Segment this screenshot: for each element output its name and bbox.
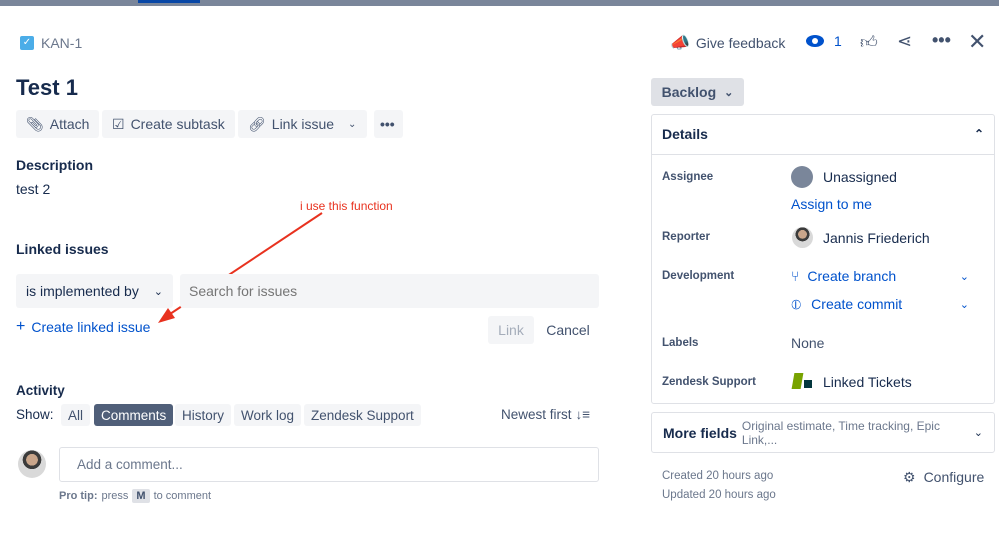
user-avatar (18, 450, 46, 478)
subtask-icon: ☑ (112, 115, 125, 132)
development-label: Development (662, 270, 735, 282)
sort-button[interactable]: Newest first ↓≡ (501, 407, 590, 422)
cancel-button[interactable]: Cancel (538, 316, 598, 344)
more-fields-panel[interactable]: More fields Original estimate, Time track… (651, 412, 995, 453)
branch-icon: ⑂ (791, 268, 800, 284)
commit-icon: ⦶ (791, 296, 802, 312)
gear-icon: ⚙ (903, 469, 916, 485)
more-actions-button[interactable]: ••• (374, 110, 403, 138)
active-tab-indicator (138, 0, 200, 3)
zendesk-icon (791, 373, 813, 391)
filter-zendesk-support[interactable]: Zendesk Support (304, 404, 421, 426)
filter-all[interactable]: All (61, 404, 91, 426)
annotation-arrow (158, 212, 323, 323)
description-text[interactable]: test 2 (16, 181, 50, 197)
like-icon[interactable]: 👍︎ (860, 32, 878, 53)
attach-button[interactable]: 📎︎ Attach (16, 110, 100, 138)
shortcut-key: M (132, 489, 150, 503)
reporter-avatar (792, 227, 813, 248)
give-feedback-button[interactable]: 📣 Give feedback (670, 33, 785, 53)
top-nav-bar (0, 0, 999, 6)
assignee-label: Assignee (662, 171, 714, 183)
chevron-down-icon: ⌄ (959, 299, 969, 311)
chevron-down-icon: ⌄ (973, 427, 983, 439)
task-type-icon: ✓ (20, 36, 34, 50)
close-icon[interactable]: ✕ (968, 29, 986, 55)
reporter-field[interactable]: Jannis Friederich (792, 227, 930, 248)
share-icon[interactable]: ⋖ (897, 31, 912, 52)
assignee-field[interactable]: Unassigned (791, 166, 897, 188)
linked-issues-heading: Linked issues (16, 241, 109, 257)
reporter-label: Reporter (662, 231, 710, 243)
issue-search-input[interactable] (180, 274, 599, 308)
link-issue-dropdown[interactable]: ⌄ (339, 110, 367, 138)
create-commit-button[interactable]: ⦶ Create commit ⌄ (791, 296, 969, 313)
created-timestamp: Created 20 hours ago (662, 470, 774, 482)
megaphone-icon: 📣 (670, 35, 690, 52)
more-icon: ••• (380, 116, 395, 132)
link-button[interactable]: Link (488, 316, 534, 344)
filter-history[interactable]: History (175, 404, 232, 426)
configure-button[interactable]: ⚙ Configure (903, 469, 984, 486)
description-heading: Description (16, 157, 94, 173)
sort-icon: ↓≡ (575, 407, 591, 422)
status-dropdown[interactable]: Backlog ⌄ (651, 78, 744, 106)
chevron-up-icon: ⌃ (973, 127, 984, 141)
filter-comments[interactable]: Comments (94, 404, 174, 426)
zendesk-label: Zendesk Support (662, 376, 756, 388)
assign-to-me-link[interactable]: Assign to me (791, 196, 872, 212)
eye-icon (806, 35, 824, 47)
link-type-select[interactable]: is implemented by ⌄ (16, 274, 173, 308)
chevron-down-icon: ⌄ (724, 86, 734, 99)
details-header[interactable]: Details ⌃ (651, 114, 995, 155)
updated-timestamp: Updated 20 hours ago (662, 489, 776, 501)
zendesk-field[interactable]: Linked Tickets (791, 373, 912, 391)
pro-tip: Pro tip: press Mto comment (59, 489, 212, 503)
labels-label: Labels (662, 337, 699, 349)
show-label: Show: (16, 407, 54, 422)
unassigned-avatar-icon (791, 166, 813, 188)
chevron-down-icon: ⌄ (348, 118, 357, 130)
create-linked-issue-button[interactable]: + Create linked issue (16, 318, 150, 336)
chevron-down-icon: ⌄ (959, 270, 969, 283)
link-icon: 🔗︎ (248, 115, 266, 132)
create-branch-button[interactable]: ⑂ Create branch ⌄ (791, 268, 969, 284)
labels-field[interactable]: None (791, 335, 824, 351)
link-issue-button[interactable]: 🔗︎ Link issue (238, 110, 345, 138)
create-subtask-button[interactable]: ☑ Create subtask (102, 110, 235, 138)
activity-heading: Activity (16, 383, 65, 398)
details-panel (651, 114, 995, 404)
comment-input[interactable]: Add a comment... (59, 447, 599, 482)
plus-icon: + (16, 318, 26, 335)
issue-key-link[interactable]: KAN-1 (41, 35, 82, 51)
more-icon[interactable]: ••• (932, 30, 951, 51)
watch-button[interactable]: 1 (806, 33, 842, 49)
paperclip-icon: 📎︎ (26, 115, 44, 132)
filter-work-log[interactable]: Work log (234, 404, 302, 426)
chevron-down-icon: ⌄ (153, 285, 163, 298)
issue-title[interactable]: Test 1 (16, 75, 78, 101)
